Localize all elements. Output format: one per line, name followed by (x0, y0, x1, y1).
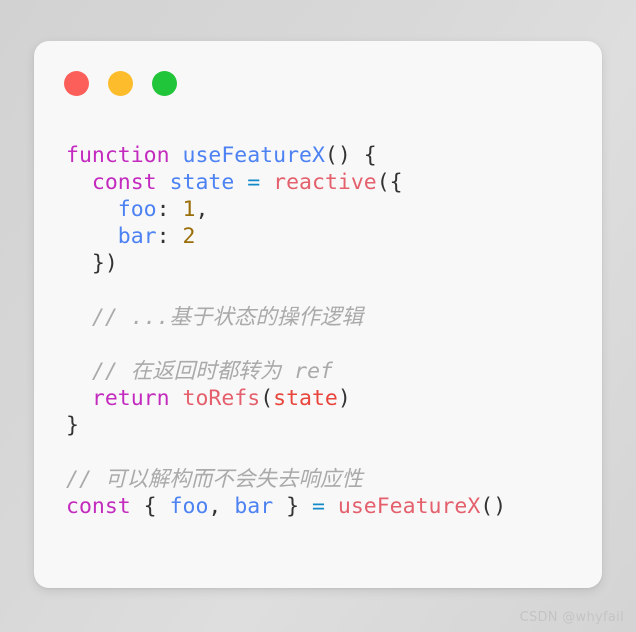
code-token: 2 (182, 224, 196, 249)
code-token: }) (66, 251, 118, 276)
code-token: ) (337, 386, 351, 411)
close-window-button[interactable] (64, 71, 89, 96)
code-line: }) (66, 250, 594, 277)
code-block[interactable]: function useFeatureX() { const state = r… (66, 142, 594, 520)
code-token: // 在返回时都转为 ref (91, 359, 334, 384)
code-line: } (66, 412, 594, 439)
page-background: function useFeatureX() { const state = r… (0, 0, 636, 632)
code-snippet-card: function useFeatureX() { const state = r… (34, 41, 602, 588)
code-token: : (156, 224, 183, 249)
code-line: // 可以解构而不会失去响应性 (66, 466, 594, 493)
code-token: foo (117, 197, 157, 222)
window-controls (64, 71, 177, 96)
code-token: 1 (182, 197, 196, 222)
code-line: const state = reactive({ (66, 169, 594, 196)
code-token: ( (260, 386, 274, 411)
code-token: bar (117, 224, 157, 249)
watermark-label: CSDN @whyfail (519, 610, 624, 625)
code-token: toRefs (182, 386, 261, 411)
code-token: , (208, 494, 235, 519)
code-token: () { (324, 143, 377, 168)
code-line: return toRefs(state) (66, 385, 594, 412)
code-token: return (91, 386, 170, 411)
code-token: } (273, 494, 312, 519)
code-token: () (480, 494, 507, 519)
code-token: function (66, 143, 170, 168)
code-token: reactive (273, 170, 377, 195)
code-token: ({ (376, 170, 403, 195)
code-line: // ...基于状态的操作逻辑 (66, 304, 594, 331)
code-token: : (156, 197, 183, 222)
code-token: // ...基于状态的操作逻辑 (91, 305, 364, 330)
code-token: const (66, 494, 131, 519)
code-token: state (273, 386, 338, 411)
code-line: foo: 1, (66, 196, 594, 223)
code-line: bar: 2 (66, 223, 594, 250)
maximize-window-button[interactable] (152, 71, 177, 96)
minimize-window-button[interactable] (108, 71, 133, 96)
code-token: = (247, 170, 261, 195)
code-token: useFeatureX (182, 143, 325, 168)
code-token: = (312, 494, 325, 519)
code-token: } (66, 413, 79, 438)
code-token: const (91, 170, 157, 195)
code-token: bar (234, 494, 274, 519)
code-token: { (130, 494, 170, 519)
code-token: useFeatureX (337, 494, 481, 519)
code-token: , (195, 197, 209, 222)
code-token: foo (169, 494, 209, 519)
code-line: function useFeatureX() { (66, 142, 594, 169)
code-line: // 在返回时都转为 ref (66, 358, 594, 385)
code-token: // 可以解构而不会失去响应性 (66, 467, 363, 492)
code-line: const { foo, bar } = useFeatureX() (66, 493, 594, 520)
code-token: state (169, 170, 235, 195)
